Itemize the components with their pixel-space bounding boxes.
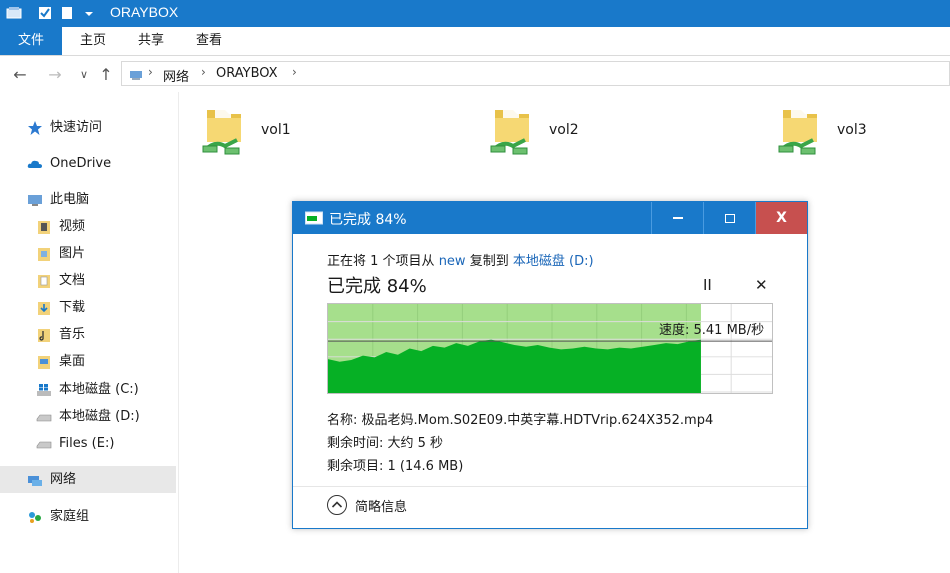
pause-button[interactable]: II — [703, 276, 712, 294]
folder-label: vol3 — [837, 122, 867, 138]
ribbon-tabs: 文件 主页 共享 查看 — [0, 27, 950, 56]
documents-folder-icon — [38, 275, 50, 288]
drive-icon — [36, 414, 52, 422]
sidebar-item-quick-access[interactable]: 快速访问 — [0, 114, 176, 141]
quick-access-toolbar-dropdown-icon[interactable] — [81, 5, 97, 21]
chevron-up-icon — [331, 501, 343, 508]
sidebar-item-downloads[interactable]: 下载 — [0, 294, 176, 321]
tab-share[interactable]: 共享 — [122, 27, 180, 55]
close-icon: X — [776, 210, 787, 226]
sidebar-item-desktop[interactable]: 桌面 — [0, 348, 176, 375]
tab-home[interactable]: 主页 — [64, 27, 122, 55]
address-bar[interactable]: › 网络 › ORAYBOX › — [121, 61, 950, 86]
windows-drive-icon — [37, 384, 51, 396]
collapse-details-button[interactable] — [327, 495, 347, 515]
maximize-icon — [724, 213, 735, 223]
tab-file[interactable]: 文件 — [0, 27, 62, 55]
fewer-details-label[interactable]: 简略信息 — [355, 496, 407, 515]
new-folder-icon[interactable] — [59, 5, 75, 21]
close-button[interactable]: X — [755, 202, 807, 234]
explorer-app-icon — [6, 7, 22, 19]
items-remaining-label: 剩余项目: 1 (14.6 MB) — [327, 459, 464, 474]
forward-arrow-icon[interactable]: → — [45, 65, 65, 84]
tab-view[interactable]: 查看 — [180, 27, 238, 55]
star-icon — [28, 121, 42, 135]
sidebar-item-local-disk-d[interactable]: 本地磁盘 (D:) — [0, 403, 176, 430]
dialog-body: 正在将 1 个项目从 new 复制到 本地磁盘 (D:) 已完成 84% II … — [293, 234, 807, 528]
time-remaining-label: 剩余时间: 大约 5 秒 — [327, 436, 444, 451]
sidebar-item-files-e[interactable]: Files (E:) — [0, 430, 176, 457]
dialog-divider — [293, 486, 807, 487]
copy-description: 正在将 1 个项目从 new 复制到 本地磁盘 (D:) — [327, 254, 594, 269]
copy-progress-dialog: 已完成 84% X 正在将 1 个项目从 new 复制到 本地磁盘 (D:) 已… — [292, 201, 808, 529]
window-title: ORAYBOX — [110, 4, 179, 20]
cloud-icon — [27, 160, 42, 168]
breadcrumb-chevron-icon[interactable]: › — [148, 65, 153, 79]
dialog-title: 已完成 84% — [329, 212, 407, 228]
share-folder-vol1[interactable]: vol1 — [201, 106, 401, 161]
sidebar-item-documents[interactable]: 文档 — [0, 267, 176, 294]
shared-folder-icon — [778, 108, 817, 155]
cancel-button[interactable]: ✕ — [755, 276, 768, 294]
copy-progress-icon — [305, 211, 323, 225]
share-folder-vol3[interactable]: vol3 — [777, 106, 950, 161]
shared-folder-icon — [490, 108, 529, 155]
shared-folder-icon — [202, 108, 241, 155]
breadcrumb-oraybox[interactable]: ORAYBOX — [216, 66, 278, 81]
computer-icon — [28, 195, 42, 206]
pictures-folder-icon — [38, 248, 50, 261]
sidebar-item-music[interactable]: 音乐 — [0, 321, 176, 348]
recent-locations-chevron-down-icon[interactable]: ∨ — [74, 68, 94, 81]
desktop-folder-icon — [38, 356, 50, 369]
maximize-button[interactable] — [703, 202, 755, 234]
window-titlebar: ORAYBOX — [0, 0, 950, 27]
folder-label: vol1 — [261, 122, 291, 138]
sidebar-item-videos[interactable]: 视频 — [0, 213, 176, 240]
sidebar-item-onedrive[interactable]: OneDrive — [0, 150, 176, 177]
downloads-folder-icon — [38, 302, 50, 315]
folder-label: vol2 — [549, 122, 579, 138]
properties-icon[interactable] — [37, 5, 53, 21]
navigation-pane: 快速访问 OneDrive 此电脑 视频 图片 文档 下载 音乐 桌面 本地磁盘… — [0, 92, 179, 573]
drive-icon — [36, 441, 52, 449]
video-folder-icon — [38, 221, 50, 234]
sidebar-item-network[interactable]: 网络 — [0, 466, 176, 493]
sidebar-item-pictures[interactable]: 图片 — [0, 240, 176, 267]
sidebar-item-local-disk-c[interactable]: 本地磁盘 (C:) — [0, 376, 176, 403]
source-link[interactable]: new — [439, 254, 466, 269]
sidebar-item-this-pc[interactable]: 此电脑 — [0, 186, 176, 213]
minimize-button[interactable] — [651, 202, 703, 234]
breadcrumb-network[interactable]: 网络 — [163, 66, 189, 85]
file-name-label: 名称: 极品老妈.Mom.S02E09.中英字幕.HDTVrip.624X352… — [327, 413, 714, 428]
sidebar-item-homegroup[interactable]: 家庭组 — [0, 503, 176, 530]
network-location-icon — [130, 71, 142, 80]
share-folder-vol2[interactable]: vol2 — [489, 106, 689, 161]
transfer-speed-graph — [327, 303, 773, 394]
breadcrumb-chevron-icon[interactable]: › — [201, 65, 206, 79]
speed-label: 速度: 5.41 MB/秒 — [659, 323, 765, 338]
back-arrow-icon[interactable]: ← — [10, 65, 30, 84]
music-folder-icon — [38, 329, 50, 342]
minimize-icon — [672, 217, 683, 219]
up-arrow-icon[interactable]: ↑ — [96, 65, 116, 84]
breadcrumb-chevron-icon[interactable]: › — [292, 65, 297, 79]
progress-percent-title: 已完成 84% — [327, 276, 427, 297]
destination-link[interactable]: 本地磁盘 (D:) — [513, 254, 594, 269]
homegroup-icon — [29, 512, 41, 523]
dialog-titlebar[interactable]: 已完成 84% X — [293, 202, 807, 234]
network-icon — [28, 476, 42, 486]
